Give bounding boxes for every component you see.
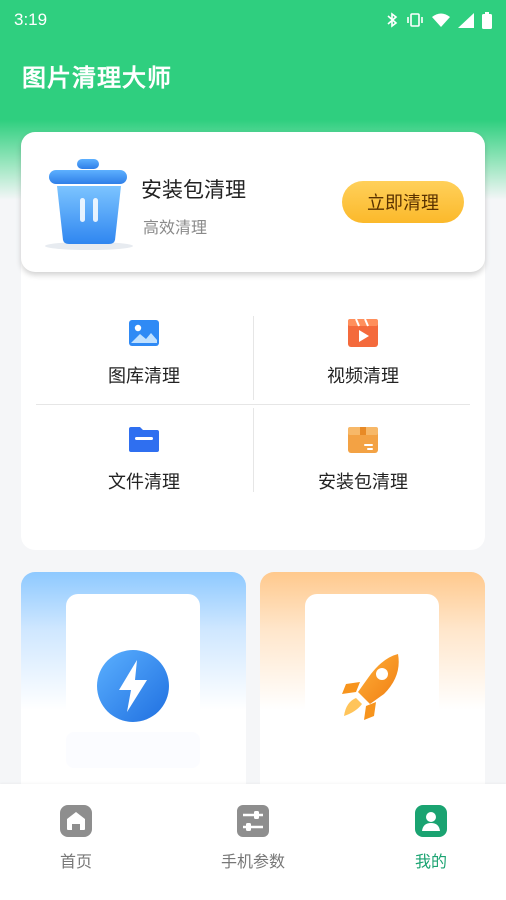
nav-label: 首页 [59,852,92,871]
speedup-card[interactable] [260,572,485,802]
nav-label: 我的 [414,852,447,871]
status-bar: 3:19 [0,0,506,40]
nav-phone-params[interactable]: 手机参数 [193,804,313,872]
hero-card[interactable]: 安装包清理 高效清理 立即清理 [21,132,485,272]
video-icon [348,318,378,347]
bluetooth-icon [387,12,398,28]
grid-item-label: 文件清理 [108,472,180,493]
rocket-icon [342,654,399,720]
cleaning-grid: 图库清理 视频清理 文件清理 安装包清理 [21,252,485,550]
signal-icon [458,12,474,28]
grid-item-label: 安装包清理 [318,472,408,493]
gallery-icon [129,320,159,346]
folder-icon [129,427,159,452]
grid-item-label: 视频清理 [327,366,399,387]
home-icon [60,805,92,837]
grid-item-gallery[interactable]: 图库清理 [35,316,253,404]
profile-icon [415,805,447,837]
status-icons [386,11,492,29]
sliders-icon [237,805,269,837]
wifi-icon [432,13,450,27]
status-time: 3:19 [14,10,48,29]
grid-item-package[interactable]: 安装包清理 [254,422,472,510]
grid-item-label: 图库清理 [108,366,180,387]
vibrate-icon [407,13,423,27]
boost-card[interactable] [21,572,246,802]
divider [36,404,470,405]
app-title: 图片清理大师 [22,64,172,92]
grid-item-files[interactable]: 文件清理 [35,422,253,510]
trash-icon [43,156,135,256]
bottom-nav: 首页 手机参数 我的 [0,784,506,900]
battery-icon [482,11,492,29]
package-icon [348,427,378,453]
hero-title: 安装包清理 [141,178,246,202]
clean-now-button[interactable]: 立即清理 [342,181,464,223]
hero-subtitle: 高效清理 [143,218,208,237]
nav-mine[interactable]: 我的 [371,804,491,872]
nav-home[interactable]: 首页 [16,804,136,872]
boost-card-footer [66,732,200,768]
grid-item-video[interactable]: 视频清理 [254,316,472,404]
nav-label: 手机参数 [220,852,285,871]
lightning-icon [97,650,169,722]
